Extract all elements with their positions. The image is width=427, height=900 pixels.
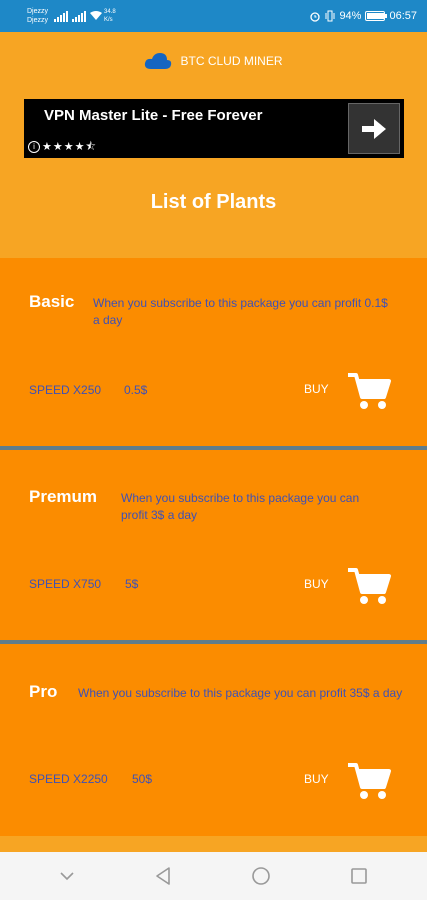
app-header: BTC CLUD MINER: [0, 46, 427, 76]
wifi-icon: [90, 11, 103, 20]
signal-icon-2: [72, 10, 87, 22]
buy-label[interactable]: BUY: [304, 577, 329, 591]
shopping-cart-icon[interactable]: [346, 371, 392, 411]
carrier-1: Djezzy: [27, 8, 49, 15]
clock: 06:57: [389, 10, 417, 22]
plan-price: 50$: [132, 772, 153, 786]
carrier-labels: Djezzy Djezzy: [27, 7, 48, 25]
page-title: List of Plants: [150, 191, 277, 213]
ad-banner[interactable]: VPN Master Lite - Free Forever i ★★★★⯪: [24, 99, 404, 158]
plan-name: Basic: [29, 292, 75, 311]
signal-icon: [54, 10, 69, 22]
plan-description: When you subscribe to this package you c…: [121, 491, 360, 522]
plan-card-premum: Premum When you subscribe to this packag…: [0, 450, 427, 640]
system-nav-bar: [0, 852, 427, 900]
battery-icon: [365, 11, 388, 21]
alarm-icon: [310, 12, 321, 22]
plan-name: Pro: [29, 682, 58, 701]
network-speed: 34.8 K/s: [104, 8, 116, 24]
ad-info-icon[interactable]: i: [28, 141, 40, 153]
plan-speed: SPEED X2250: [29, 772, 108, 786]
plan-card-pro: Pro When you subscribe to this package y…: [0, 644, 427, 836]
app-name: BTC CLUD MINER: [180, 54, 283, 68]
battery-percent: 94%: [339, 10, 362, 22]
plan-description: When you subscribe to this package you c…: [93, 296, 388, 327]
vibrate-icon: [325, 10, 335, 22]
buy-label[interactable]: BUY: [304, 382, 329, 396]
shopping-cart-icon[interactable]: [346, 566, 392, 606]
plan-speed: SPEED X250: [29, 383, 102, 397]
plan-description: When you subscribe to this package you c…: [78, 686, 403, 700]
plan-price: 5$: [125, 577, 139, 591]
status-bar: Djezzy Djezzy 34.8 K/s 94% 06:57: [0, 0, 427, 32]
ad-title[interactable]: VPN Master Lite - Free Forever: [44, 107, 262, 124]
back-triangle-icon[interactable]: [154, 866, 172, 886]
plan-card-basic: Basic When you subscribe to this package…: [0, 258, 427, 446]
buy-label[interactable]: BUY: [304, 772, 329, 786]
chevron-down-icon[interactable]: [59, 871, 75, 881]
home-circle-icon[interactable]: [251, 866, 271, 886]
ad-rating-stars: ★★★★⯪: [42, 141, 97, 153]
cloud-icon: [145, 53, 172, 69]
network-speed-value: 34.8: [104, 9, 116, 15]
status-right: 94% 06:57: [309, 10, 417, 22]
recents-square-icon[interactable]: [350, 867, 368, 885]
plan-name: Premum: [29, 487, 98, 506]
carrier-2: Djezzy: [27, 17, 49, 24]
arrow-right-icon: [362, 118, 386, 139]
plan-price: 0.5$: [124, 383, 148, 397]
plan-speed: SPEED X750: [29, 577, 102, 591]
network-speed-unit: K/s: [104, 17, 113, 23]
shopping-cart-icon[interactable]: [346, 761, 392, 801]
ad-action-button[interactable]: [348, 103, 400, 154]
